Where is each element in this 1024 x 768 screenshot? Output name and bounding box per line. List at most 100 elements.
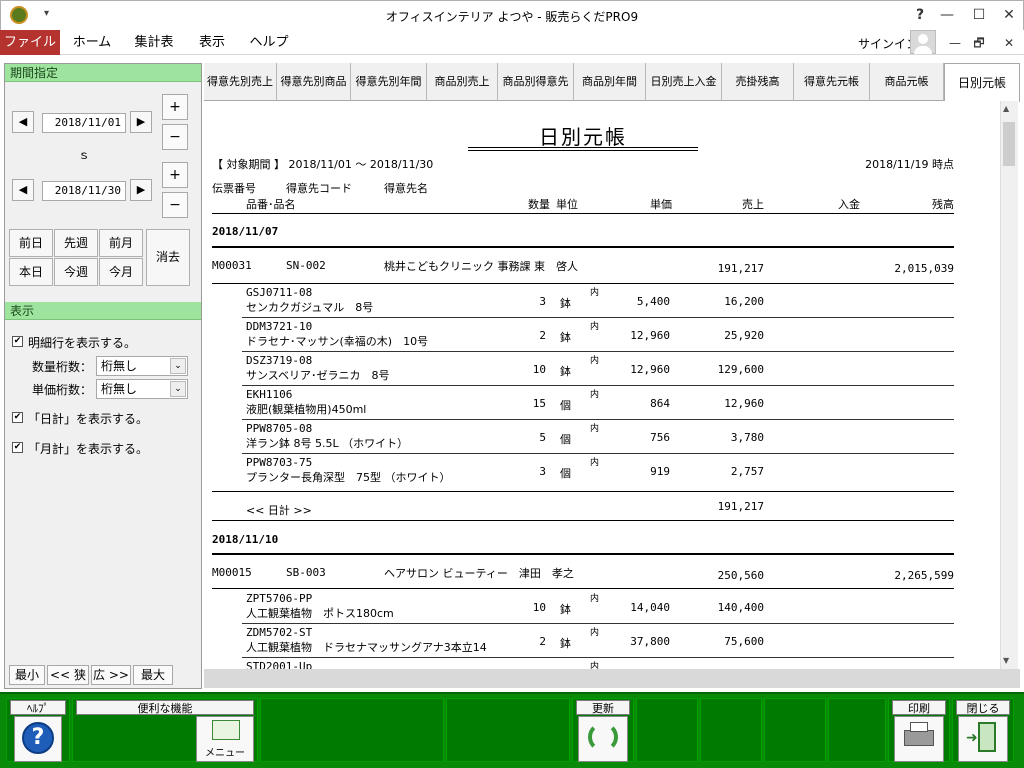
item-amount: 12,960 — [724, 397, 764, 410]
item-unit: 個 — [560, 467, 571, 480]
item-unit: 鉢 — [560, 297, 571, 310]
header-slip-no: 伝票番号 — [212, 182, 256, 195]
close-window-button[interactable]: ✕ — [994, 4, 1024, 26]
minimize-button[interactable]: — — [932, 4, 962, 26]
scroll-down-icon[interactable]: ▼ — [1003, 656, 1009, 665]
end-next-button[interactable]: ▶ — [130, 179, 152, 201]
this-week-button[interactable]: 今週 — [54, 258, 98, 286]
tax-mark: 内 — [590, 356, 600, 366]
avatar-body-icon — [914, 46, 932, 54]
previous-month-button[interactable]: 前月 — [99, 229, 143, 257]
tab-receivables[interactable]: 売掛残高 — [722, 63, 794, 101]
empty-function-panel — [700, 698, 762, 762]
item-price: 37,800 — [630, 635, 670, 648]
empty-function-panel — [764, 698, 826, 762]
date-group-header: 2018/11/07 — [212, 225, 279, 238]
item-qty: 3 — [539, 295, 546, 308]
tax-mark: 内 — [590, 390, 600, 400]
empty-function-panel — [828, 698, 886, 762]
menu-home[interactable]: ホーム — [66, 30, 118, 55]
report-view: 日別元帳 【 対象期間 】 2018/11/01 ～ 2018/11/30 20… — [204, 101, 1000, 669]
scrollbar-thumb[interactable] — [1003, 122, 1015, 166]
item-name: センカクガジュマル 8号 — [246, 301, 374, 314]
show-detail-label: 明細行を表示する。 — [28, 336, 137, 350]
today-button[interactable]: 本日 — [9, 258, 53, 286]
sign-in-link[interactable]: サインイン — [858, 35, 918, 52]
daily-total-label: << 日計 >> — [246, 504, 312, 517]
start-prev-button[interactable]: ◀ — [12, 111, 34, 133]
print-label: 印刷 — [892, 700, 946, 715]
end-plus-button[interactable]: + — [162, 162, 188, 188]
vertical-scrollbar[interactable] — [1000, 101, 1018, 669]
left-panel — [4, 63, 202, 689]
menu-help[interactable]: ヘルプ — [246, 30, 292, 55]
avatar-head-icon — [918, 34, 928, 44]
slip-sales: 191,217 — [717, 262, 764, 275]
item-price: 919 — [650, 465, 670, 478]
header-qty: 数量 — [528, 198, 550, 211]
start-next-button[interactable]: ▶ — [130, 111, 152, 133]
tab-item-sales[interactable]: 商品別売上 — [427, 63, 498, 101]
printer-icon — [904, 730, 934, 746]
empty-function-panel — [446, 698, 570, 762]
tab-item-customers[interactable]: 商品別得意先 — [498, 63, 574, 101]
scroll-up-icon[interactable]: ▲ — [1003, 104, 1009, 113]
end-date-input[interactable]: 2018/11/30 — [42, 181, 126, 201]
start-plus-button[interactable]: + — [162, 94, 188, 120]
size-min-button[interactable]: 最小 — [9, 665, 45, 685]
clear-button[interactable]: 消去 — [146, 229, 190, 286]
previous-week-button[interactable]: 先週 — [54, 229, 98, 257]
item-name: 人工観葉植物 ドラセナマッサングアナ3本立14 — [246, 641, 487, 654]
exit-door-icon — [978, 722, 996, 752]
size-wide-button[interactable]: 広 >> — [91, 665, 131, 685]
start-date-input[interactable]: 2018/11/01 — [42, 113, 126, 133]
size-max-button[interactable]: 最大 — [133, 665, 173, 685]
start-minus-button[interactable]: − — [162, 124, 188, 150]
menu-summary[interactable]: 集計表 — [128, 30, 180, 55]
range-separator: ｓ — [78, 148, 91, 162]
item-price: 5,400 — [636, 295, 670, 308]
update-label: 更新 — [576, 700, 630, 715]
size-narrow-button[interactable]: << 狭 — [47, 665, 89, 685]
item-code: PPW8703-75 — [246, 456, 313, 469]
menu-view[interactable]: 表示 — [192, 30, 232, 55]
tab-customer-ledger[interactable]: 得意先元帳 — [794, 63, 870, 101]
end-minus-button[interactable]: − — [162, 192, 188, 218]
end-prev-button[interactable]: ◀ — [12, 179, 34, 201]
help-icon[interactable]: ? — [905, 4, 935, 26]
item-price: 864 — [650, 397, 670, 410]
menu-file[interactable]: ファイル — [0, 30, 60, 55]
tab-customer-items[interactable]: 得意先別商品 — [277, 63, 351, 101]
item-name: 洋ラン鉢 8号 5.5L （ホワイト） — [246, 437, 409, 450]
item-code: ZDM5702-ST — [246, 626, 313, 639]
header-price: 単価 — [650, 198, 672, 211]
customer-name: 桃井こどもクリニック 事務課 東 啓人 — [384, 260, 578, 273]
slip-number: M00015 — [212, 566, 252, 579]
printer-paper-icon — [910, 722, 928, 732]
header-customer-name: 得意先名 — [384, 182, 428, 195]
horizontal-scrollbar[interactable] — [204, 669, 1020, 688]
item-amount: 140,400 — [717, 601, 764, 614]
mdi-restore-button[interactable]: 🗗 — [964, 32, 994, 54]
previous-day-button[interactable]: 前日 — [9, 229, 53, 257]
tab-customer-sales[interactable]: 得意先別売上 — [204, 63, 277, 101]
item-code: PPW8705-08 — [246, 422, 313, 435]
item-unit: 鉢 — [560, 603, 571, 616]
show-daily-checkbox[interactable]: ✔ — [12, 412, 23, 423]
tab-item-ledger[interactable]: 商品元帳 — [870, 63, 944, 101]
tab-daily-sales-deposits[interactable]: 日別売上入金 — [646, 63, 722, 101]
item-qty: 3 — [539, 465, 546, 478]
show-monthly-checkbox[interactable]: ✔ — [12, 442, 23, 453]
tab-customer-annual[interactable]: 得意先別年間 — [351, 63, 427, 101]
tab-daily-ledger[interactable]: 日別元帳 — [944, 63, 1020, 102]
show-detail-checkbox[interactable]: ✔ — [12, 336, 23, 347]
this-month-button[interactable]: 今月 — [99, 258, 143, 286]
exit-arrow-icon: ➜ — [966, 730, 978, 746]
date-group-header: 2018/11/10 — [212, 533, 279, 546]
chevron-down-icon[interactable]: ⌄ — [170, 358, 186, 374]
tab-item-annual[interactable]: 商品別年間 — [574, 63, 646, 101]
refresh-icon — [588, 722, 618, 752]
chevron-down-icon[interactable]: ⌄ — [170, 381, 186, 397]
mdi-close-button[interactable]: ✕ — [994, 32, 1024, 54]
maximize-button[interactable]: ☐ — [964, 4, 994, 26]
